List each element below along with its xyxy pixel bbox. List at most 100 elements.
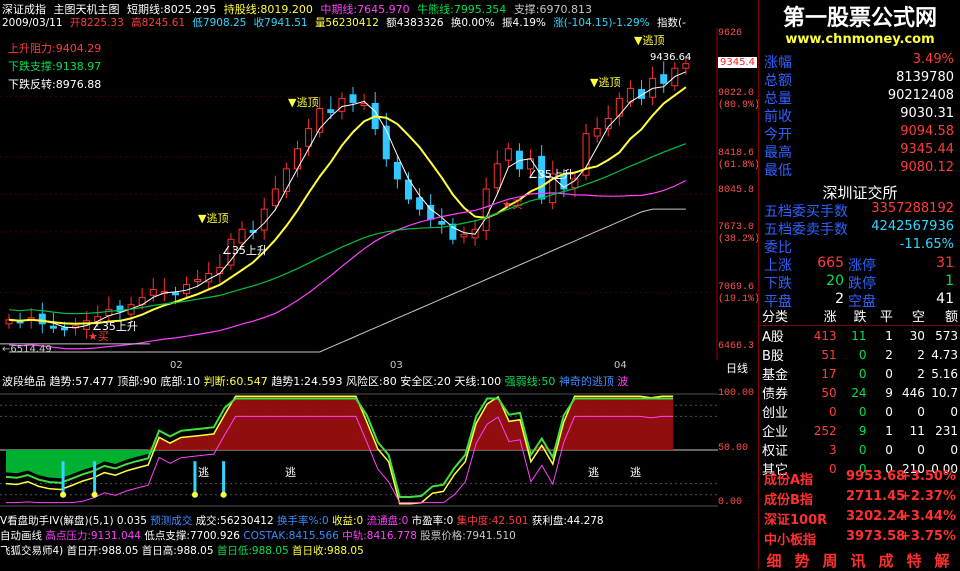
index-change: +2.37% xyxy=(900,489,956,504)
index-value: 3202.24 xyxy=(846,509,906,524)
candle-body xyxy=(271,188,279,206)
table-cell: 创业 xyxy=(762,406,789,421)
table-cell: 17 xyxy=(821,366,837,381)
sub-top: 顶部:90 xyxy=(117,375,157,388)
breadth-row: 上涨 665 涨停 31 xyxy=(760,255,960,274)
candle-body xyxy=(482,188,490,231)
table-cell: 231 xyxy=(935,423,958,438)
table-row: A股 413 11 1 30 573 xyxy=(760,326,960,346)
index-value: 2711.45 xyxy=(846,489,906,504)
quote-value: 9080.12 xyxy=(900,160,954,175)
quote-label: 涨幅 xyxy=(764,55,792,71)
table-row: 债券 50 24 9 446 10.7 xyxy=(760,383,960,403)
table-cell: 9 xyxy=(858,423,867,438)
price-axis-label: (61.8%) xyxy=(718,160,761,171)
candle-body xyxy=(682,63,690,69)
exchange-row: 委比 -11.65% xyxy=(760,237,960,256)
quote-value: 9030.31 xyxy=(900,106,954,121)
rise-35-label: ∠35上升 xyxy=(528,168,574,181)
candle-body xyxy=(149,289,157,296)
candle-body xyxy=(49,325,57,329)
table-cell: 11 xyxy=(851,328,867,343)
indicator-chart[interactable] xyxy=(0,388,718,512)
table-row: 企业 252 9 1 11 231 xyxy=(760,421,960,441)
escape-marker: 逃 xyxy=(285,466,296,479)
breadth-label: 平盘 xyxy=(764,294,792,310)
table-cell: 0 xyxy=(917,442,925,457)
table-cell: 30 xyxy=(909,328,925,343)
sub-trend: 趋势:57.477 xyxy=(49,375,114,388)
table-cell: 1 xyxy=(885,423,893,438)
risk-area xyxy=(6,396,674,450)
panel-tab[interactable]: 特 xyxy=(900,550,928,571)
table-cell: A股 xyxy=(762,330,784,345)
breadth-value: 31 xyxy=(936,255,954,271)
table-cell: 51 xyxy=(821,347,837,362)
breadth-label: 涨停 xyxy=(848,258,876,274)
quote-label: 总额 xyxy=(764,73,792,89)
candle-body xyxy=(338,97,346,112)
sub-extra2: 波 xyxy=(617,375,629,388)
sub-risk: 风险区:80 xyxy=(346,375,397,388)
index-row[interactable]: 成份A指 9953.68 +3.50% xyxy=(760,469,960,488)
table-cell: 0 xyxy=(828,404,837,419)
table-cell: 0 xyxy=(950,442,958,457)
candle-body xyxy=(438,221,446,225)
price-axis-label: 8045.8 xyxy=(718,185,755,196)
sub-title[interactable]: 波段绝品 xyxy=(2,375,46,388)
candle-body xyxy=(393,161,401,180)
candle-body xyxy=(194,279,202,283)
index-row[interactable]: 成份B指 2711.45 +2.37% xyxy=(760,489,960,508)
sub-extra: 神奇的逃顶 xyxy=(558,375,614,388)
escape-top-label: ▼逃顶 xyxy=(634,34,665,47)
period-label[interactable]: 日线 xyxy=(726,360,748,376)
breadth-value: 665 xyxy=(817,255,844,271)
candle-body xyxy=(238,228,246,244)
price-axis-label: 9022.0 xyxy=(718,88,755,99)
index-name: 成份A指 xyxy=(764,473,814,488)
escape-dot xyxy=(60,491,67,498)
table-cell: 0 xyxy=(858,347,867,362)
quote-label: 今开 xyxy=(764,127,792,143)
panel-tab[interactable]: 周 xyxy=(816,550,844,571)
table-cell: 0 xyxy=(858,366,867,381)
candle-body xyxy=(660,74,668,84)
panel-tab[interactable]: 细 xyxy=(760,550,788,571)
candle-body xyxy=(615,97,623,117)
table-cell: 446 xyxy=(901,385,925,400)
escape-top-label: ▼逃顶 xyxy=(198,212,229,225)
panel-tab[interactable]: 讯 xyxy=(844,550,872,571)
table-cell: 0 xyxy=(917,404,925,419)
breadth-value: 2 xyxy=(835,291,844,307)
panel-tab[interactable]: 解 xyxy=(928,550,956,571)
breadth-row: 平盘 2 空盘 41 xyxy=(760,291,960,310)
quote-value: 9094.58 xyxy=(900,124,954,139)
index-row[interactable]: 深证100R 3202.24 +3.44% xyxy=(760,509,960,528)
index-row[interactable]: 中小板指 3973.58 +3.75% xyxy=(760,529,960,548)
sub-safe: 安全区:20 xyxy=(400,375,451,388)
table-cell: 2 xyxy=(885,347,893,362)
panel-tab[interactable]: 成 xyxy=(872,550,900,571)
escape-dot xyxy=(220,491,227,498)
exchange-row: 五档委买手数 3357288192 xyxy=(760,201,960,220)
index-name: 深证100R xyxy=(764,513,828,528)
candle-body xyxy=(349,94,357,103)
quote-value: 9345.44 xyxy=(900,142,954,157)
breadth-label: 下跌 xyxy=(764,276,792,292)
table-cell: 11 xyxy=(909,423,925,438)
table-cell: 0 xyxy=(950,404,958,419)
price-axis-label: (19.1%) xyxy=(718,294,761,305)
index-value: 3973.58 xyxy=(846,529,906,544)
candle-body xyxy=(593,128,601,137)
sub-axis-label: 50.00 xyxy=(718,443,749,454)
sub-indicator-header: 波段绝品 趋势:57.477 顶部:90 底部:10 判断:60.547 趋势1… xyxy=(2,373,718,389)
sub-strong: 强弱线:50 xyxy=(504,375,556,388)
panel-tab[interactable]: 势 xyxy=(788,550,816,571)
quote-label: 前收 xyxy=(764,109,792,125)
table-cell: 3 xyxy=(828,442,837,457)
table-cell: 413 xyxy=(813,328,837,343)
table-cell: B股 xyxy=(762,349,784,364)
candle-body xyxy=(38,313,46,325)
candle-body xyxy=(493,163,501,189)
bottom-line-1: V看盘助手IV(解盘)(5,1) 0.035 预测成交 成交:56230412 … xyxy=(0,515,604,527)
